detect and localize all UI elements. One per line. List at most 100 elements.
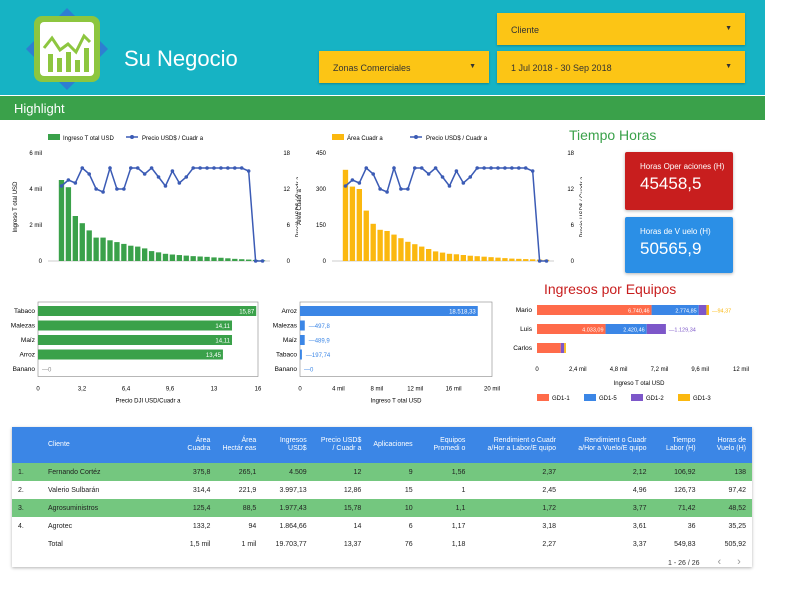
table-cell: 48,52: [728, 504, 746, 512]
category-label: Luis: [520, 326, 533, 333]
x-tick-label: 6,4: [122, 387, 131, 393]
tiempo-horas-title: Tiempo Horas: [569, 127, 657, 143]
line-point: [73, 181, 78, 185]
segment-label: 2.774,85: [675, 309, 696, 315]
y-axis-label: Área Cuadr a: [296, 188, 303, 224]
bar: [439, 252, 446, 261]
bar: [349, 186, 356, 261]
table-cell: 35,25: [728, 522, 746, 530]
pagination: 1 - 26 / 26 ‹ ›: [668, 556, 741, 568]
table-cell: 1 mil: [241, 540, 257, 548]
bar: [432, 251, 439, 261]
category-label: Maíz: [21, 337, 35, 344]
bar: [197, 256, 203, 261]
bar: [239, 259, 245, 261]
column-header[interactable]: Aplicaciones: [367, 427, 418, 463]
y2-axis-label: Precio USD$ / Cuadr a: [580, 176, 582, 238]
column-header[interactable]: Tiempo Labor (H): [652, 427, 701, 463]
legend-swatch: [631, 394, 643, 401]
legend-label: Área Cuadr a: [347, 135, 383, 142]
bar: [38, 349, 223, 360]
logo-icon: [26, 8, 108, 90]
stack-segment: [564, 343, 566, 353]
line-point: [177, 181, 182, 185]
line-point: [489, 166, 493, 170]
zonas-dropdown-label: Zonas Comerciales: [333, 63, 411, 73]
line-point: [440, 175, 445, 179]
line-point: [357, 181, 362, 185]
table-cell: 549,83: [674, 540, 696, 548]
table-row[interactable]: 4. Agrotec 133,2 94 1.864,66 14 6 1,17 3,18 3,61 3…: [12, 517, 752, 535]
column-header[interactable]: [12, 427, 42, 463]
table-row[interactable]: 1. Fernando Cortéz 375,8 265,1 4.509 12 9 1,56 2…: [12, 463, 752, 481]
table-cell: 1,1: [455, 504, 466, 512]
date-range-picker[interactable]: 1 Jul 2018 - 30 Sep 2018 ▼: [497, 51, 745, 83]
column-header[interactable]: Área Cuadra: [174, 427, 216, 463]
bar: [300, 320, 305, 331]
x-tick-label: 4 mil: [332, 387, 345, 393]
table-cell: 265,1: [238, 468, 257, 476]
table-cell: 15: [404, 486, 413, 494]
line-point: [530, 169, 535, 173]
bar: [446, 253, 453, 261]
y2-tick-label: 0: [571, 259, 575, 265]
line-point: [80, 166, 85, 170]
line-point: [537, 259, 542, 263]
line-point: [122, 187, 126, 191]
table-cell: 12: [353, 468, 362, 476]
legend-label: GD1-3: [693, 396, 711, 402]
line-point: [191, 166, 195, 170]
line-point: [343, 184, 348, 188]
column-header[interactable]: Cliente: [42, 427, 174, 463]
zonas-dropdown[interactable]: Zonas Comerciales ▼: [319, 51, 489, 83]
bar-value-label: 13,45: [206, 353, 222, 359]
y-axis-label: Ingreso T otal USD: [13, 181, 19, 232]
bar: [79, 223, 85, 261]
y-tick-label: 6 mil: [29, 151, 42, 157]
bar: [176, 255, 182, 261]
bar: [218, 257, 224, 261]
next-page-icon[interactable]: ›: [737, 556, 741, 568]
table-cell: 106,92: [674, 468, 696, 476]
bar: [516, 258, 522, 261]
table-cell: Valerio Sulbarán: [48, 486, 100, 494]
pagination-label: 1 - 26 / 26: [668, 560, 700, 567]
line-point: [433, 166, 438, 170]
stack-segment: [706, 305, 709, 315]
chevron-down-icon: ▼: [725, 63, 732, 70]
legend-label: Precio USD$ / Cuadr a: [142, 136, 204, 142]
x-tick-label: 7,2 mil: [651, 367, 669, 373]
table-cell: 3,61: [632, 522, 647, 530]
column-header[interactable]: Rendimient o Cuadr a/Hor a Vuelo/E quipo: [562, 427, 652, 463]
column-header[interactable]: Ingresos USD$: [262, 427, 312, 463]
x-tick-label: 3,2: [78, 387, 87, 393]
line-point: [170, 169, 175, 173]
bar: [183, 255, 189, 261]
prev-page-icon[interactable]: ‹: [717, 556, 721, 568]
column-header[interactable]: Equipos Promedi o: [419, 427, 472, 463]
table-cell: 221,9: [238, 486, 257, 494]
line-point: [233, 166, 237, 170]
column-header[interactable]: Área Hectár eas: [216, 427, 262, 463]
cliente-dropdown[interactable]: Cliente ▼: [497, 13, 745, 45]
category-label: Banano: [13, 366, 36, 373]
table-cell: 126,73: [674, 486, 696, 494]
table-row[interactable]: 3. Agrosuministros 125,4 88,5 1.977,43 15,78 1…: [12, 499, 752, 517]
y-tick-label: 150: [316, 223, 327, 229]
bar-value-label: —0: [304, 368, 314, 374]
y-tick-label: 4 mil: [29, 187, 42, 193]
table-cell: 1.864,66: [279, 522, 307, 530]
column-header[interactable]: Precio USD$ / Cuadr a: [313, 427, 368, 463]
column-header[interactable]: Rendimient o Cuadr a/Hor a Labor/E quipo: [471, 427, 562, 463]
line-point: [205, 166, 209, 170]
segment-label: 2.420,46: [623, 328, 644, 334]
bar: [190, 256, 196, 261]
y2-tick-label: 6: [571, 223, 575, 229]
line-point: [419, 166, 424, 170]
column-header[interactable]: Horas de Vuelo (H): [702, 427, 752, 463]
area-precio-chart: Área Cuadr a Precio USD$ / Cuadr a 450 300 1…: [296, 134, 582, 265]
table-cell: 3.997,13: [279, 486, 307, 494]
bar: [148, 251, 155, 261]
bar: [100, 237, 106, 261]
table-row[interactable]: 2. Valerio Sulbarán 314,4 221,9 3.997,13 12,8…: [12, 481, 752, 499]
